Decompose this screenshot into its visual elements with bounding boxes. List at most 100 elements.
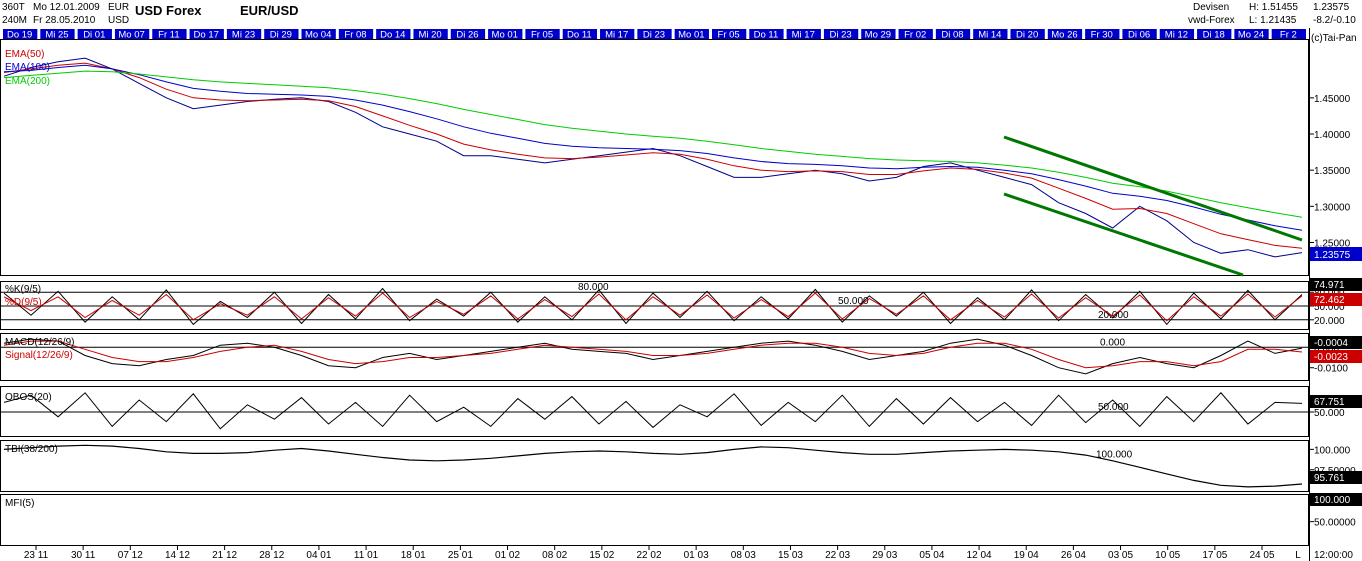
x-tick-label: 22 02 [636,550,661,561]
y-tick-label: 1.30000 [1314,202,1351,213]
x-tick-label: 22 03 [825,550,850,561]
symbol-title: EUR/USD [240,3,299,18]
date-bar-label: Mo 26 [1051,30,1077,41]
x-tick-label: 28 12 [259,550,284,561]
x-tick-label: 23 11 [24,550,49,561]
obos-tag: 67.751 [1310,395,1362,408]
date-bar-label: Di 26 [456,30,478,41]
low-label: L: 1.21435 [1249,15,1297,26]
date-bar-label: Di 06 [1128,30,1150,41]
x-tick-label: 15 03 [778,550,803,561]
legend-k: %K(9/5) [5,284,41,295]
legend-tbi: TBI(38/200) [5,444,58,455]
legend-macd: MACD(12/26/9) [5,337,74,348]
date-bar-label: Di 01 [83,30,105,41]
y-tick-label: 1.45000 [1314,94,1351,105]
reference-line-label: 50.000 [838,296,869,307]
x-tick-label: 01 02 [495,550,520,561]
x-tick-label: 01 03 [684,550,709,561]
x-axis-time: 12:00:00 [1314,550,1353,561]
tbi-tag: 95.761 [1310,471,1362,484]
x-tick-label: 21 12 [212,550,237,561]
macd-tag-value: -0.0004 [1314,338,1348,349]
x-tick-label: 08 03 [731,550,756,561]
x-tick-label: 24 05 [1249,550,1274,561]
k-tag-value: 74.971 [1314,280,1345,291]
date-bar-label: Mo 29 [865,30,891,41]
mfi-tag-value: 100.000 [1314,495,1351,506]
price-axis: 1.450001.400001.350001.300001.25000 [1309,94,1351,249]
y-tick-label: 50.00000 [1314,518,1356,529]
x-tick-label: 05 04 [919,550,944,561]
legend-signal: Signal(12/26/9) [5,350,73,361]
x-tick-label: 03 05 [1108,550,1133,561]
legend-ema50: EMA(50) [5,49,44,60]
tbi-tag-value: 95.761 [1314,473,1345,484]
d-tag-value: 72.462 [1314,295,1345,306]
date-bar-label: Do 11 [754,30,779,41]
date-bar-label: Di 20 [1016,30,1038,41]
date-bar-label: Mo 07 [118,30,144,41]
price-tag: 1.23575 [1310,247,1362,261]
date-end: Fr 28.05.2010 [33,15,96,26]
y-tick-label: 1.35000 [1314,166,1351,177]
x-tick-label: 14 12 [165,550,190,561]
x-tick-label: 29 03 [872,550,897,561]
legend-mfi: MFI(5) [5,498,34,509]
date-bar-label: Mo 24 [1238,30,1264,41]
legend-ema100: EMA(100) [5,62,50,73]
obos-tag-value: 67.751 [1314,397,1345,408]
series-line-ema-50 [3,62,1303,249]
change: -8.2/-0.10 [1313,15,1356,26]
x-tick-label: 30 11 [71,550,96,561]
period-label: 360T [2,2,25,13]
date-bar-label: Fr 11 [158,30,179,41]
date-bar-label: Do 17 [194,30,219,41]
date-bar-label: Mi 12 [1165,30,1188,41]
mfi-panel-frame [0,494,1309,546]
x-tick-label: 15 02 [589,550,614,561]
series-line-ema-200 [3,70,1303,218]
date-bar-label: Fr 30 [1091,30,1113,41]
x-tick-label: 18 01 [401,550,426,561]
date-bar-label: Di 23 [643,30,665,41]
date-bar-label: Di 18 [1203,30,1225,41]
tbi-panel-frame [0,440,1309,492]
x-tick-label: 17 05 [1202,550,1227,561]
date-bar-label: Mo 01 [492,30,518,41]
zero-line-label: 0.000 [1100,337,1125,348]
market-title: USD Forex [135,3,202,18]
stochastic-legend: %K(9/5) %D(9/5) [5,284,42,308]
source-1: Devisen [1193,2,1230,13]
source-2: vwd-Forex [1188,15,1235,26]
legend-d: %D(9/5) [5,297,42,308]
date-bar-label: Mi 17 [605,30,628,41]
signal-tag-value: -0.0023 [1314,352,1348,363]
date-bar-label: Mi 25 [45,30,68,41]
x-tick-label: 10 05 [1155,550,1180,561]
reference-line-label: 80.000 [578,282,609,293]
legend-ema200: EMA(200) [5,76,50,87]
date-bar-label: Mi 14 [978,30,1001,41]
stochastic-axis: 80.00080.00050.00050.00020.00020.000 [1,282,1345,327]
chart-canvas: Do 19 Mi 25 Di 01 Mo 07 Fr 11 Do 17 Mi 23 Di 29… [0,28,1362,561]
y-tick-label: 20.000 [1314,316,1345,327]
date-bar: Do 19 Mi 25 Di 01 Mo 07 Fr 11 Do 17 Mi 23 Di 29… [3,29,1306,41]
bars-label: 240M [2,15,28,26]
date-start: Mo 12.01.2009 [33,2,100,13]
date-bar-label: Do 19 [7,30,32,41]
date-bar-label: Mi 20 [418,30,441,41]
mfi-tag: 100.000 [1310,493,1362,506]
trend-channel-upper [1003,135,1303,242]
date-bar-label: Di 29 [270,30,292,41]
date-bar-label: Fr 02 [904,30,926,41]
x-tick-label: 25 01 [448,550,473,561]
date-bar-label: Di 08 [941,30,963,41]
macd-legend: MACD(12/26/9) Signal(12/26/9) [5,337,74,361]
date-bar-label: Mi 17 [792,30,815,41]
date-bar-label: Mi 23 [232,30,255,41]
date-bar-label: Do 11 [567,30,592,41]
last-price: 1.23575 [1313,2,1350,13]
price-panel-frame [0,39,1309,276]
x-tick-label: 11 01 [354,550,379,561]
